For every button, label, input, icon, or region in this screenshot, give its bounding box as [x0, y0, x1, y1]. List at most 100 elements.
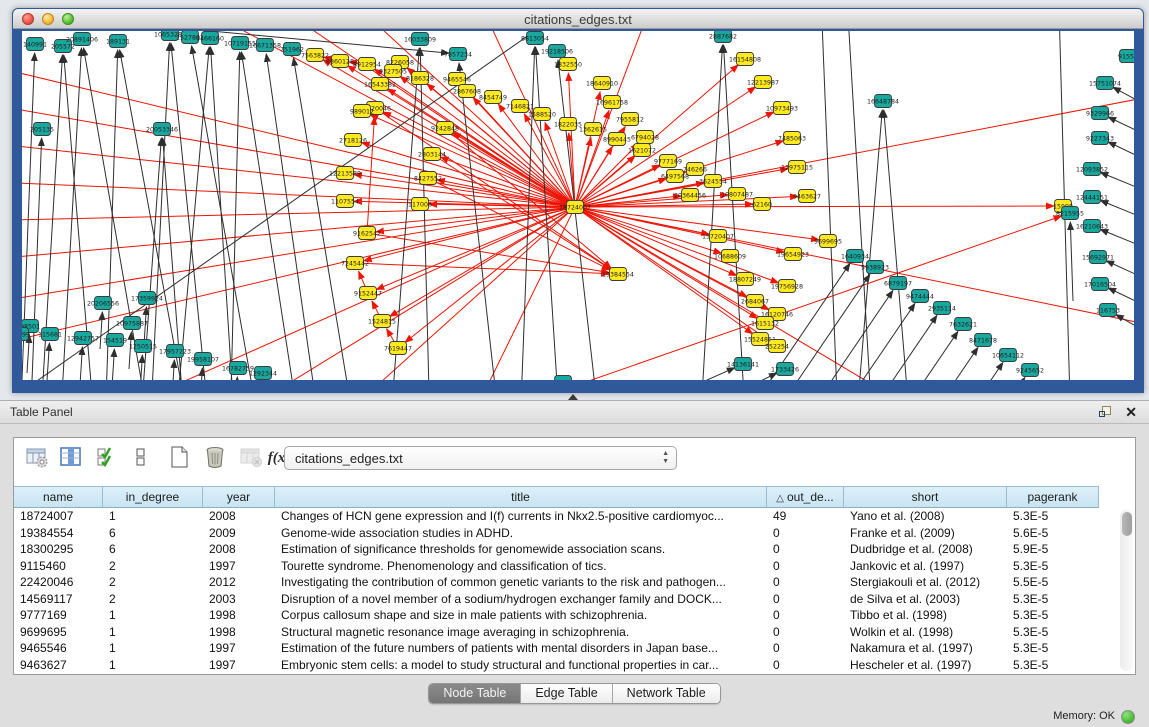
tab-network-table[interactable]: Network Table — [613, 684, 720, 703]
table-cell[interactable]: 49 — [767, 508, 844, 525]
table-settings-icon[interactable] — [24, 445, 50, 471]
table-cell[interactable]: Genome-wide association studies in ADHD. — [275, 525, 767, 542]
table-cell[interactable]: 1 — [103, 624, 203, 641]
network-edge[interactable] — [112, 349, 114, 380]
table-cell[interactable]: 18300295 — [14, 541, 103, 558]
table-cell[interactable]: Disruption of a novel member of a sodium… — [275, 591, 767, 608]
network-edge[interactable] — [1100, 229, 1134, 248]
network-edge[interactable] — [813, 290, 893, 380]
table-cell[interactable]: 1 — [103, 640, 203, 657]
table-cell[interactable]: 19384554 — [14, 525, 103, 542]
table-cell[interactable]: Corpus callosum shape and size in male p… — [275, 607, 767, 624]
table-cell[interactable]: 0 — [767, 640, 844, 657]
table-cell[interactable]: 5.3E-5 — [1007, 640, 1099, 657]
network-edge[interactable] — [27, 335, 29, 373]
table-cell[interactable]: 2012 — [203, 574, 275, 591]
network-edge[interactable] — [370, 115, 575, 207]
network-edge[interactable] — [459, 63, 500, 380]
table-cell[interactable]: 5.3E-5 — [1007, 558, 1099, 575]
table-cell[interactable]: 5.3E-5 — [1007, 591, 1099, 608]
network-edge[interactable] — [22, 181, 575, 207]
table-cell[interactable]: 9699695 — [14, 624, 103, 641]
network-edge[interactable] — [293, 58, 355, 380]
network-edge[interactable] — [1116, 315, 1134, 332]
network-edge[interactable] — [660, 368, 735, 380]
network-edge[interactable] — [211, 47, 235, 380]
table-cell[interactable]: Jankovic et al. (1997) — [844, 558, 1007, 575]
network-edge[interactable] — [235, 377, 237, 380]
table-cell[interactable]: Changes of HCN gene expression and I(f) … — [275, 508, 767, 525]
column-header-out_de[interactable]: △out_de... — [767, 486, 844, 508]
network-edge[interactable] — [1100, 172, 1134, 191]
table-cell[interactable]: 9777169 — [14, 607, 103, 624]
table-cell[interactable]: 5.9E-5 — [1007, 541, 1099, 558]
network-edge[interactable] — [575, 207, 1134, 331]
table-row[interactable]: 946554611997Estimation of the future num… — [14, 640, 1115, 657]
close-panel-icon[interactable]: ✕ — [1125, 404, 1137, 421]
table-cell[interactable]: 1997 — [203, 640, 275, 657]
table-cell[interactable]: 0 — [767, 574, 844, 591]
network-edge[interactable] — [105, 50, 118, 380]
table-cell[interactable]: Wolkin et al. (1998) — [844, 624, 1007, 641]
table-cell[interactable]: 5.3E-5 — [1007, 624, 1099, 641]
column-header-year[interactable]: year — [203, 486, 275, 508]
table-cell[interactable]: 0 — [767, 591, 844, 608]
table-cell[interactable]: 2009 — [203, 525, 275, 542]
tab-edge-table[interactable]: Edge Table — [521, 684, 612, 703]
table-cell[interactable]: Embryonic stem cells: a model to study s… — [275, 657, 767, 674]
table-row[interactable]: 1938455462009Genome-wide association stu… — [14, 525, 1115, 542]
table-row[interactable]: 977716911998Corpus callosum shape and si… — [14, 607, 1115, 624]
network-edge[interactable] — [129, 332, 131, 369]
scrollbar-thumb[interactable] — [1122, 512, 1132, 536]
network-edge[interactable] — [84, 48, 150, 380]
table-cell[interactable]: 1 — [103, 657, 203, 674]
network-edge[interactable] — [884, 110, 908, 380]
table-cell[interactable]: 0 — [767, 624, 844, 641]
network-edge[interactable] — [1106, 261, 1134, 279]
network-edge[interactable] — [47, 343, 49, 380]
table-cell[interactable]: 22420046 — [14, 574, 103, 591]
network-edge[interactable] — [575, 138, 591, 207]
column-header-short[interactable]: short — [844, 486, 1007, 508]
network-edge[interactable] — [1108, 117, 1134, 135]
network-edge[interactable] — [390, 48, 419, 380]
network-edge[interactable] — [241, 52, 300, 380]
table-row[interactable]: 1830029562008Estimation of significance … — [14, 541, 1115, 558]
table-cell[interactable]: 6 — [103, 525, 203, 542]
network-edge[interactable] — [364, 207, 575, 261]
table-cell[interactable]: 0 — [767, 558, 844, 575]
table-cell[interactable]: 2008 — [203, 508, 275, 525]
network-edge[interactable] — [700, 373, 777, 380]
network-edge[interactable] — [175, 47, 209, 380]
network-edge[interactable] — [266, 54, 320, 380]
table-cell[interactable]: 1997 — [203, 558, 275, 575]
table-cell[interactable]: Structural magnetic resonance image aver… — [275, 624, 767, 641]
table-row[interactable]: 911546021997Tourette syndrome. Phenomeno… — [14, 558, 1115, 575]
column-header-name[interactable]: name — [14, 486, 103, 508]
network-edge[interactable] — [820, 31, 838, 380]
delete-table-icon[interactable] — [202, 445, 228, 471]
table-cell[interactable]: Hescheler et al. (1997) — [844, 657, 1007, 674]
table-cell[interactable]: 2003 — [203, 591, 275, 608]
network-edge[interactable] — [1108, 142, 1134, 160]
table-cell[interactable]: de Silva et al. (2003) — [844, 591, 1007, 608]
network-edge[interactable] — [878, 331, 958, 380]
network-canvas[interactable]: 1872400775638228860128891295482260589327… — [22, 31, 1134, 380]
network-edge[interactable] — [575, 207, 819, 240]
table-cell[interactable]: 0 — [767, 607, 844, 624]
window-titlebar[interactable]: citations_edges.txt — [13, 9, 1143, 29]
table-cell[interactable]: 5.5E-5 — [1007, 574, 1099, 591]
network-edge[interactable] — [150, 43, 170, 380]
network-edge[interactable] — [367, 117, 374, 233]
float-panel-icon[interactable] — [1099, 406, 1113, 419]
network-edge[interactable] — [1070, 222, 1073, 301]
column-header-title[interactable]: title — [275, 486, 767, 508]
table-cell[interactable]: Estimation of significance thresholds fo… — [275, 541, 767, 558]
table-row[interactable]: 969969511998Structural magnetic resonanc… — [14, 624, 1115, 641]
table-cell[interactable]: 18724007 — [14, 508, 103, 525]
table-cell[interactable]: 14569117 — [14, 591, 103, 608]
memory-status-indicator[interactable] — [1121, 710, 1135, 724]
table-cell[interactable]: Tourette syndrome. Phenomenology and cla… — [275, 558, 767, 575]
table-cell[interactable]: 9465546 — [14, 640, 103, 657]
select-columns-icon[interactable] — [94, 445, 120, 471]
